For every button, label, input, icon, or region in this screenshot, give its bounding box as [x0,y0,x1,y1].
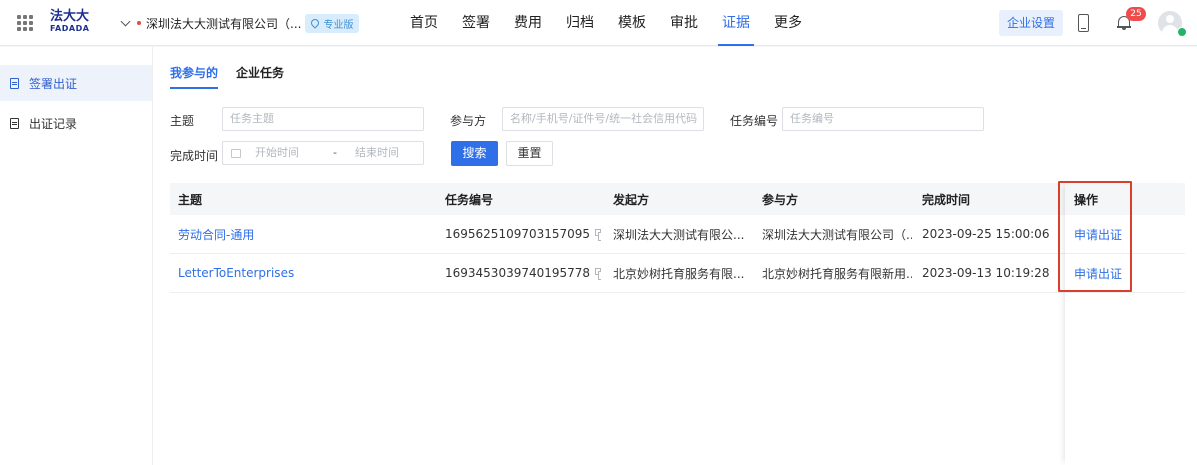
table-row: LetterToEnterprises 1693453039740195778 … [170,254,1185,293]
tab-enterprise-tasks[interactable]: 企业任务 [236,64,284,84]
copy-icon[interactable] [595,228,602,241]
reset-button[interactable]: 重置 [506,141,553,166]
edition-badge-label: 专业版 [323,19,354,31]
tab-participated[interactable]: 我参与的 [170,64,219,89]
nav-home[interactable]: 首页 [398,0,450,46]
subject-link[interactable]: 劳动合同-通用 [178,215,254,253]
nav-more[interactable]: 更多 [762,0,814,46]
nav-approval[interactable]: 审批 [658,0,710,46]
copy-icon[interactable] [595,267,602,280]
mobile-phone-icon[interactable] [1078,14,1089,32]
calendar-icon [231,149,241,158]
main-nav: 首页 签署 费用 归档 模板 审批 证据 更多 [398,0,814,46]
logo-cn-text: 法大大 [50,9,90,24]
finish-time-label: 完成时间 [170,149,219,163]
document-icon [10,77,19,89]
chevron-down-icon [120,16,131,26]
document-list-icon [10,117,19,129]
task-no-input[interactable]: 任务编号 [782,107,984,131]
subject-input[interactable]: 任务主题 [222,107,424,131]
subject-link[interactable]: LetterToEnterprises [178,254,294,292]
column-subject: 主题 [178,192,203,207]
initiator-cell: 深圳法大大测试有限公... [613,227,745,242]
tab-bar: 我参与的 企业任务 [170,64,302,89]
subject-label: 主题 [170,114,195,128]
nav-templates[interactable]: 模板 [606,0,658,46]
party-input[interactable]: 名称/手机号/证件号/统一社会信用代码 [502,107,704,131]
column-party: 参与方 [762,192,799,207]
notification-count-badge: 25 [1126,7,1146,21]
fadada-logo[interactable]: 法大大 FADADA [50,10,94,36]
status-dot-icon [137,21,141,25]
initiator-cell: 北京妙树托育服务有限... [613,266,745,281]
task-no-value: 1693453039740195778 [445,266,591,280]
app-grid-icon[interactable] [17,15,33,31]
sidebar-item-evidence-records[interactable]: 出证记录 [0,105,152,141]
column-initiator: 发起方 [613,192,650,207]
party-label: 参与方 [450,114,487,128]
nav-sign[interactable]: 签署 [450,0,502,46]
start-date-placeholder: 开始时间 [255,146,299,159]
task-no-value: 1695625109703157095 [445,227,591,241]
company-switcher[interactable]: 深圳法大大测试有限公司（... 专业版 [118,13,360,33]
task-no-cell: 1693453039740195778 [445,254,602,292]
party-cell: 深圳法大大测试有限公司（... [762,227,912,242]
range-separator: - [333,146,337,159]
task-no-label: 任务编号 [730,114,779,128]
nav-fees[interactable]: 费用 [502,0,554,46]
finish-time-cell: 2023-09-13 10:19:28 [922,266,1050,280]
table-header: 主题 任务编号 发起方 参与方 完成时间 操作 [170,183,1185,215]
sidebar: 签署出证 出证记录 [0,47,153,465]
sidebar-item-label: 签署出证 [29,76,78,91]
diamond-icon [309,17,322,29]
main-content: 我参与的 企业任务 主题 任务主题 参与方 名称/手机号/证件号/统一社会信用代… [153,47,1197,465]
task-no-cell: 1695625109703157095 [445,215,602,253]
table-row: 劳动合同-通用 1695625109703157095 深圳法大大测试有限公..… [170,215,1185,254]
top-bar: 法大大 FADADA 深圳法大大测试有限公司（... 专业版 首页 签署 费用 … [0,0,1197,46]
sidebar-item-label: 出证记录 [29,116,78,131]
nav-archive[interactable]: 归档 [554,0,606,46]
logo-en-text: FADADA [50,24,90,33]
apply-evidence-button[interactable]: 申请出证 [1074,254,1122,292]
column-finish-time: 完成时间 [922,192,971,207]
sidebar-item-sign-evidence[interactable]: 签署出证 [0,65,152,101]
party-cell: 北京妙树托育服务有限新用... [762,266,912,281]
edition-badge: 专业版 [305,13,360,33]
task-table: 主题 任务编号 发起方 参与方 完成时间 操作 劳动合同-通用 16956251… [170,183,1185,293]
apply-evidence-button[interactable]: 申请出证 [1074,215,1122,253]
finish-time-cell: 2023-09-25 15:00:06 [922,227,1050,241]
date-range-picker[interactable]: 开始时间 - 结束时间 [222,141,424,165]
column-task-no: 任务编号 [445,192,494,207]
company-name: 深圳法大大测试有限公司（... [146,16,302,31]
verified-check-icon [1177,27,1187,37]
nav-evidence[interactable]: 证据 [710,0,762,46]
end-date-placeholder: 结束时间 [355,146,399,159]
search-button[interactable]: 搜索 [451,141,498,166]
column-actions: 操作 [1074,192,1099,207]
enterprise-settings-button[interactable]: 企业设置 [999,10,1063,36]
